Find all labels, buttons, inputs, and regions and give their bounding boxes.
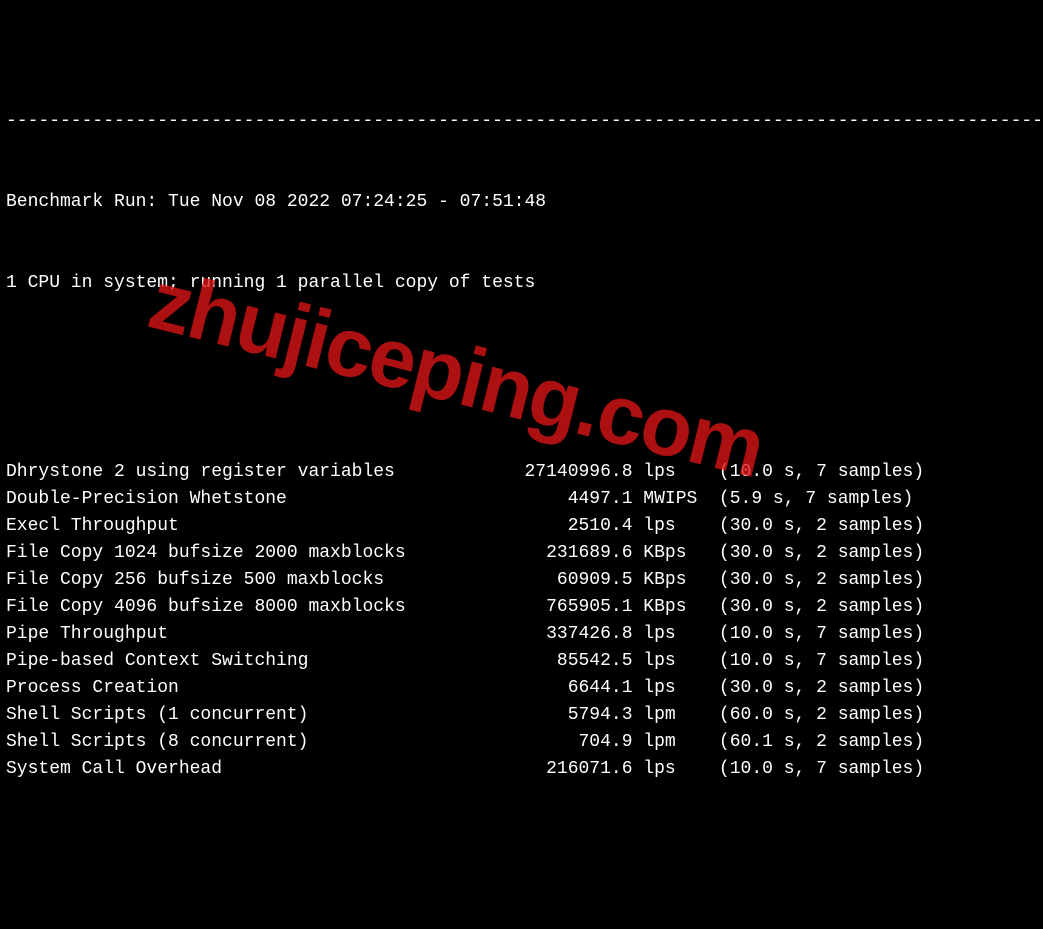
blank-line [6, 864, 1037, 891]
cpu-line: 1 CPU in system; running 1 parallel copy… [6, 270, 1037, 297]
test-result-row: Shell Scripts (1 concurrent) 5794.3 lpm … [6, 702, 1037, 729]
test-result-row: File Copy 1024 bufsize 2000 maxblocks 23… [6, 540, 1037, 567]
divider-dashes: ----------------------------------------… [6, 108, 1037, 135]
terminal-output: zhujiceping.com ------------------------… [0, 0, 1043, 929]
tests-block: Dhrystone 2 using register variables 271… [6, 459, 1037, 783]
test-result-row: Shell Scripts (8 concurrent) 704.9 lpm (… [6, 729, 1037, 756]
blank-line [6, 351, 1037, 378]
test-result-row: Process Creation 6644.1 lps (30.0 s, 2 s… [6, 675, 1037, 702]
benchmark-run-line: Benchmark Run: Tue Nov 08 2022 07:24:25 … [6, 189, 1037, 216]
test-result-row: Pipe Throughput 337426.8 lps (10.0 s, 7 … [6, 621, 1037, 648]
test-result-row: Execl Throughput 2510.4 lps (30.0 s, 2 s… [6, 513, 1037, 540]
test-result-row: Double-Precision Whetstone 4497.1 MWIPS … [6, 486, 1037, 513]
test-result-row: File Copy 256 bufsize 500 maxblocks 6090… [6, 567, 1037, 594]
test-result-row: System Call Overhead 216071.6 lps (10.0 … [6, 756, 1037, 783]
test-result-row: File Copy 4096 bufsize 8000 maxblocks 76… [6, 594, 1037, 621]
test-result-row: Dhrystone 2 using register variables 271… [6, 459, 1037, 486]
test-result-row: Pipe-based Context Switching 85542.5 lps… [6, 648, 1037, 675]
